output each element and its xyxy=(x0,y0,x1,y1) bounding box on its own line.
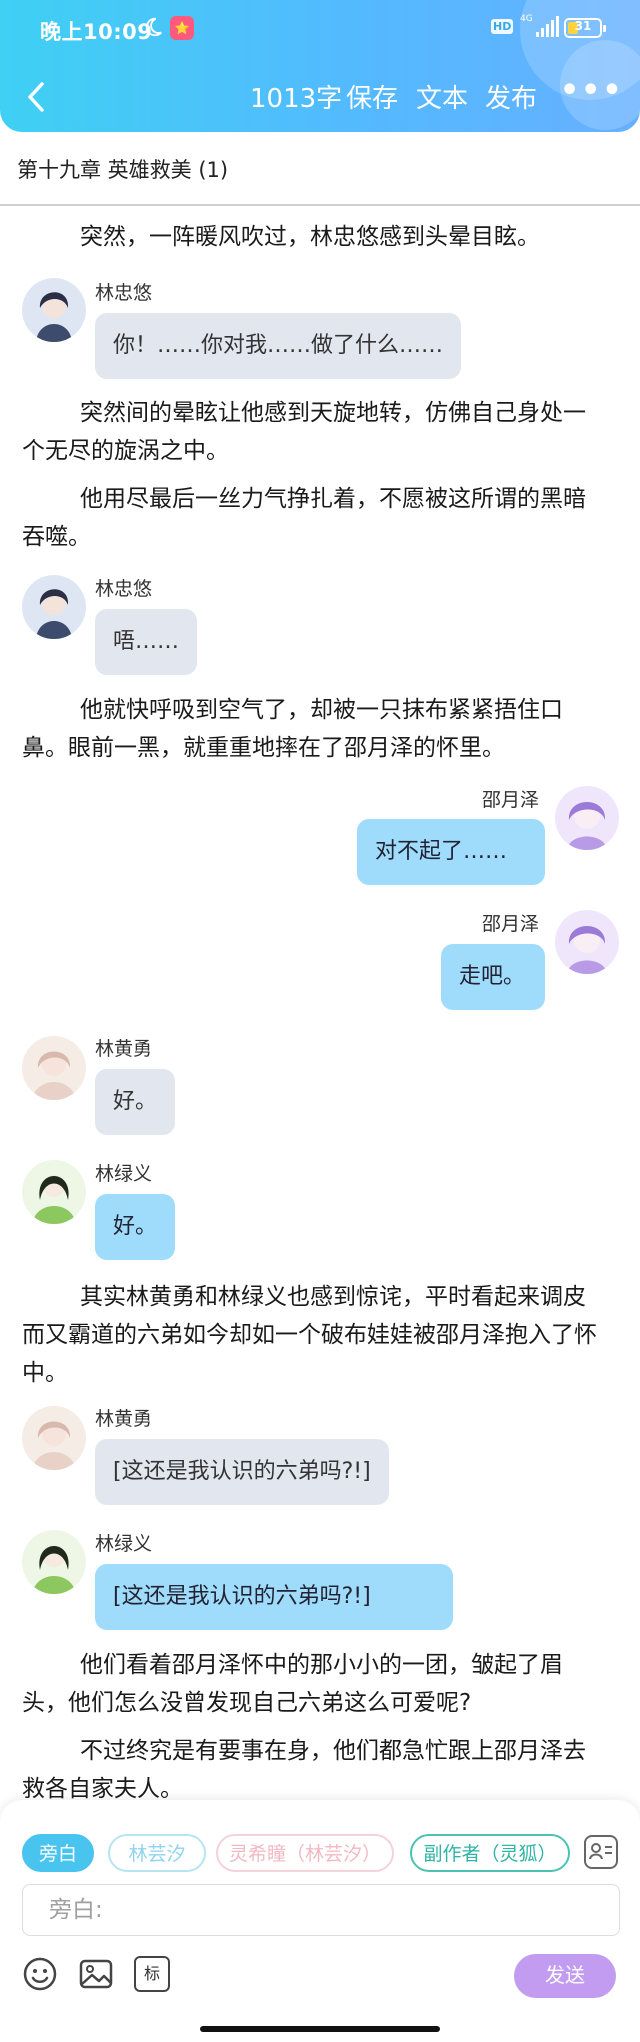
narration-paragraph[interactable]: 突然，一阵暖风吹过，林忠悠感到头晕目眩。 xyxy=(22,218,598,256)
speaker-name: 林绿义 xyxy=(95,1533,153,1555)
message-bubble[interactable]: [这还是我认识的六弟吗?!] xyxy=(95,1564,453,1630)
speaker-name: 林黄勇 xyxy=(95,1408,153,1430)
avatar[interactable] xyxy=(22,1406,86,1470)
app-header: 晚上10:09 ⭐ HD 4G 31 1013字 保存 文本 发布 ••• xyxy=(0,0,640,132)
narration-paragraph[interactable]: 他用尽最后一丝力气挣扎着，不愿被这所谓的黑暗吞噬。 xyxy=(22,480,598,556)
speaker-name: 邵月泽 xyxy=(482,913,540,935)
speaker-name: 林忠悠 xyxy=(95,578,153,600)
message-bubble[interactable]: 对不起了…… xyxy=(357,819,545,885)
narration-paragraph[interactable]: 他们看着邵月泽怀中的那小小的一团，皱起了眉头，他们怎么没曾发现自己六弟这么可爱呢… xyxy=(22,1646,598,1722)
avatar[interactable] xyxy=(22,1530,86,1594)
avatar[interactable] xyxy=(555,910,619,974)
message-bubble[interactable]: [这还是我认识的六弟吗?!] xyxy=(95,1439,389,1505)
mark-icon[interactable]: 标 xyxy=(134,1956,170,1992)
more-options-icon[interactable]: ••• xyxy=(560,76,622,112)
status-time: 晚上10:09 xyxy=(40,20,153,44)
image-icon[interactable] xyxy=(78,1956,114,1992)
network-label: 4G xyxy=(520,14,533,24)
send-button[interactable]: 发送 xyxy=(514,1954,616,1998)
message-bubble[interactable]: 走吧。 xyxy=(441,944,545,1010)
message-bubble[interactable]: 好。 xyxy=(95,1069,176,1135)
avatar[interactable] xyxy=(22,575,86,639)
narration-paragraph[interactable]: 突然间的晕眩让他感到天旋地转，仿佛自己身处一个无尽的旋涡之中。 xyxy=(22,394,598,470)
message-bubble[interactable]: 好。 xyxy=(95,1194,176,1260)
speaker-name: 林绿义 xyxy=(95,1163,153,1185)
role-chip-narrator[interactable]: 旁白 xyxy=(22,1834,94,1872)
avatar[interactable] xyxy=(22,278,86,342)
battery-icon: 31 xyxy=(564,18,606,38)
divider xyxy=(0,204,640,206)
moon-icon xyxy=(145,17,162,37)
battery-level: 31 xyxy=(574,19,592,33)
role-chip[interactable]: 林芸汐 xyxy=(108,1834,206,1872)
speaker-name: 邵月泽 xyxy=(482,789,540,811)
avatar[interactable] xyxy=(555,786,619,850)
role-chip[interactable]: 灵希瞳（林芸汐） xyxy=(216,1834,394,1872)
avatar[interactable] xyxy=(22,1160,86,1224)
narration-paragraph[interactable]: 不过终究是有要事在身，他们都急忙跟上邵月泽去救各自家夫人。 xyxy=(22,1732,598,1808)
app-notification-icon: ⭐ xyxy=(170,16,194,40)
hd-icon: HD xyxy=(491,19,514,34)
publish-button[interactable]: 发布 xyxy=(485,78,537,115)
composer-panel: 旁白 林芸汐 灵希瞳（林芸汐） 副作者（灵狐） 标 发送 xyxy=(0,1800,640,2042)
word-count: 1013字 xyxy=(250,84,343,114)
signal-icon xyxy=(536,16,559,37)
editor-toolbar: 1013字 保存 文本 发布 ••• xyxy=(0,60,640,130)
narration-input[interactable] xyxy=(22,1884,620,1936)
contact-card-icon[interactable] xyxy=(584,1835,618,1869)
speaker-name: 林黄勇 xyxy=(95,1038,153,1060)
narration-paragraph[interactable]: 他就快呼吸到空气了，却被一只抹布紧紧捂住口鼻。眼前一黑，就重重地摔在了邵月泽的怀… xyxy=(22,691,598,767)
save-button[interactable]: 保存 xyxy=(346,78,398,115)
home-indicator xyxy=(200,2026,440,2032)
message-bubble[interactable]: 你！……你对我……做了什么…… xyxy=(95,313,462,379)
avatar[interactable] xyxy=(22,1036,86,1100)
chapter-title[interactable]: 第十九章 英雄救美 (1) xyxy=(17,154,228,184)
message-bubble[interactable]: 唔…… xyxy=(95,609,198,675)
text-mode-button[interactable]: 文本 xyxy=(416,78,468,115)
speaker-name: 林忠悠 xyxy=(95,282,153,304)
role-chip[interactable]: 副作者（灵狐） xyxy=(410,1834,570,1872)
emoji-icon[interactable] xyxy=(22,1956,58,1992)
back-arrow-icon[interactable] xyxy=(22,80,50,114)
narration-paragraph[interactable]: 其实林黄勇和林绿义也感到惊诧，平时看起来调皮而又霸道的六弟如今却如一个破布娃娃被… xyxy=(22,1278,598,1392)
status-bar: 晚上10:09 ⭐ HD 4G 31 xyxy=(0,0,640,56)
